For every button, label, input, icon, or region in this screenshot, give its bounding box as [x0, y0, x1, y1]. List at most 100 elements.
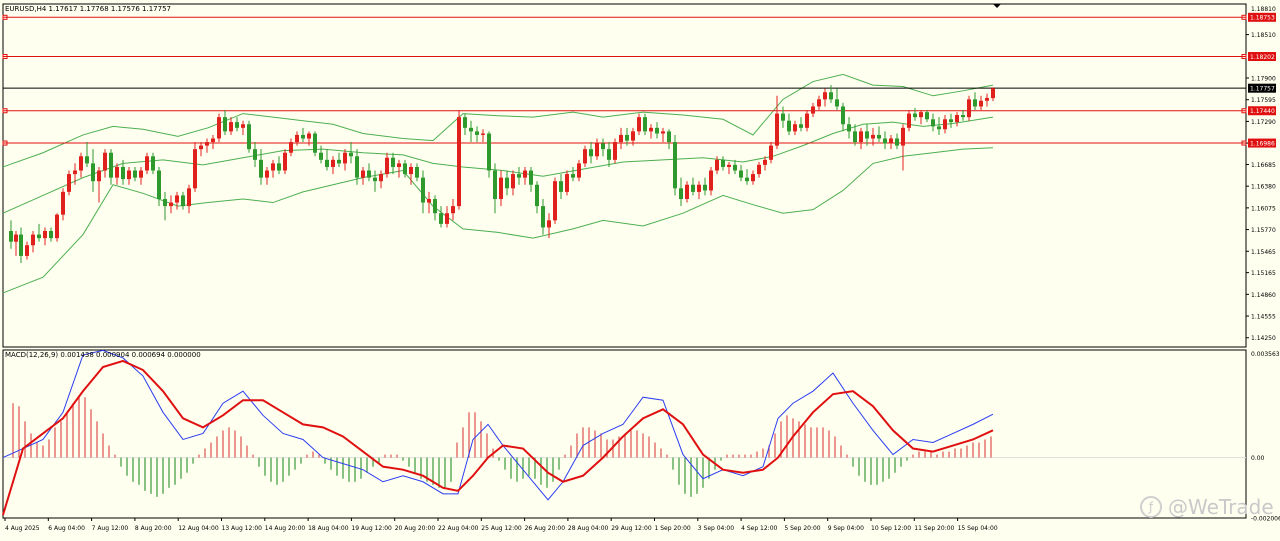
candle-body: [733, 164, 737, 171]
candle-body: [775, 113, 779, 146]
candle[interactable]: [457, 110, 461, 210]
candle-body: [535, 184, 539, 207]
candle-body: [799, 124, 803, 128]
candle[interactable]: [565, 170, 569, 196]
level-price-label: 1.17440: [1250, 108, 1275, 115]
candle-body: [427, 198, 431, 203]
candle-body: [43, 231, 47, 239]
candle-body: [361, 170, 365, 178]
candle[interactable]: [283, 149, 287, 175]
candle-body: [745, 177, 749, 182]
time-axis-tick: 18 Aug 04:00: [308, 525, 349, 532]
level-price-label: 1.18202: [1250, 54, 1275, 61]
candle[interactable]: [193, 142, 197, 192]
price-axis-tick: 1.17595: [1251, 97, 1276, 104]
candle-body: [139, 170, 143, 178]
time-axis-tick: 26 Aug 20:00: [525, 525, 566, 532]
candle[interactable]: [217, 113, 221, 143]
candle-body: [133, 170, 137, 178]
candle-body: [487, 133, 491, 171]
candle-body: [229, 122, 233, 132]
candle-body: [127, 170, 131, 180]
candle-body: [697, 184, 701, 192]
candle-body: [49, 231, 53, 239]
candle-body: [451, 206, 455, 214]
candle-body: [895, 138, 899, 146]
candle-body: [577, 163, 581, 178]
candle-body: [559, 181, 563, 192]
time-axis-tick: 6 Aug 04:00: [48, 525, 85, 532]
price-axis-tick: 1.18510: [1251, 32, 1276, 39]
candle[interactable]: [553, 177, 557, 224]
candle-body: [757, 164, 761, 175]
wetrade-logo-icon: ƒ: [1140, 496, 1162, 518]
candle-body: [331, 159, 335, 167]
time-axis-tick: 15 Sep 04:00: [958, 525, 998, 532]
candle-body: [913, 113, 917, 118]
watermark: ƒ @WeTrade: [1140, 492, 1275, 522]
candle-body: [307, 133, 311, 139]
candle-body: [439, 213, 443, 224]
candle-body: [889, 138, 893, 144]
price-axis-tick: 1.17290: [1251, 119, 1276, 126]
candle[interactable]: [67, 170, 71, 196]
candle[interactable]: [967, 95, 971, 121]
candle[interactable]: [613, 138, 617, 164]
candle-body: [595, 143, 599, 157]
candle-body: [901, 127, 905, 146]
watermark-text: @WeTrade: [1168, 495, 1274, 519]
current-price-label: 1.17757: [1250, 85, 1275, 92]
candle[interactable]: [55, 213, 59, 242]
candle-body: [61, 191, 65, 215]
candle-body: [631, 131, 635, 141]
candle-body: [985, 97, 989, 101]
candle-body: [367, 170, 371, 178]
macd-axis-tick: 0.00: [1251, 455, 1265, 462]
candle-body: [979, 100, 983, 107]
candle-body: [991, 88, 995, 99]
candle-body: [433, 198, 437, 214]
candle-body: [409, 166, 413, 175]
candle-body: [919, 112, 923, 118]
candle-body: [14, 234, 18, 242]
candle-body: [619, 134, 623, 143]
candle-body: [169, 202, 173, 207]
candle-body: [811, 106, 815, 114]
candle-body: [463, 117, 467, 128]
candle-body: [829, 92, 833, 100]
candle-body: [607, 149, 611, 160]
chart-svg[interactable]: 1.18510 1.17900 1.17595 1.17290 1.16986 1.166…: [0, 0, 1280, 537]
candle[interactable]: [247, 120, 251, 153]
candle-body: [649, 127, 653, 132]
candle-body: [907, 113, 911, 128]
candle-body: [349, 152, 353, 157]
candle-body: [121, 166, 125, 180]
candle-body: [9, 231, 13, 242]
candle-body: [151, 156, 155, 171]
candle-body: [253, 149, 257, 160]
candle-body: [703, 184, 707, 191]
candle-body: [679, 188, 683, 199]
candle-body: [763, 159, 767, 165]
candle-body: [187, 188, 191, 207]
candle-body: [37, 234, 41, 239]
time-axis-tick: 8 Aug 20:00: [135, 525, 172, 532]
time-axis-tick: 4 Sep 12:00: [741, 525, 777, 532]
time-axis-tick: 5 Sep 20:00: [784, 525, 820, 532]
candle-body: [193, 149, 197, 189]
candle-body: [601, 143, 605, 150]
candle-body: [949, 119, 953, 123]
candle[interactable]: [673, 134, 677, 196]
candle-body: [523, 170, 527, 178]
time-axis-tick: 7 Aug 12:00: [92, 525, 129, 532]
candle-body: [313, 133, 317, 153]
price-axis-tick: 1.14555: [1251, 314, 1276, 321]
candle-body: [841, 106, 845, 125]
time-axis-tick: 29 Aug 12:00: [611, 525, 652, 532]
candle[interactable]: [313, 131, 317, 157]
candle-body: [835, 99, 839, 107]
candle-body: [925, 112, 929, 120]
candle-body: [859, 131, 863, 143]
candle-body: [421, 177, 425, 203]
candle-body: [937, 126, 941, 130]
